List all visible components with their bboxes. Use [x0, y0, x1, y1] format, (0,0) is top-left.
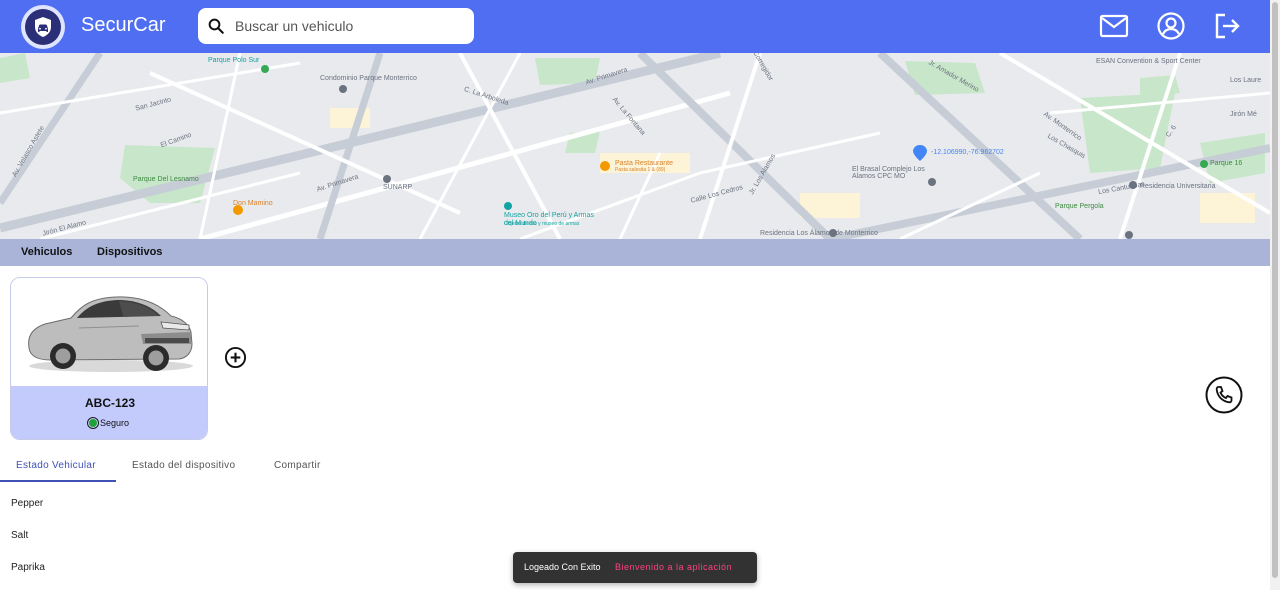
map-label: ESAN Convention & Sport Center — [1096, 58, 1201, 65]
mail-button[interactable] — [1099, 11, 1129, 41]
tab-estado-vehicular[interactable]: Estado Vehicular — [16, 460, 96, 471]
add-vehicle-button[interactable] — [224, 346, 247, 369]
snackbar-action[interactable]: Bienvenido a la aplicación — [615, 562, 732, 572]
map-poi-subtitle: Objetos de oro y museo de armas — [504, 221, 580, 227]
vehicle-status-label: Seguro — [100, 418, 130, 428]
vehicle-image — [11, 278, 207, 386]
app-root: SecurCar Buscar un vehiculo Parque Polo … — [0, 0, 1280, 590]
map-poi-parque-16[interactable]: Parque 16 — [1210, 160, 1242, 167]
map-label: Condominio Parque Monterrico — [320, 75, 417, 82]
snackbar: Logeado Con Exito Bienvenido a la aplica… — [513, 552, 757, 583]
map-label: Parque Polo Sur — [208, 57, 260, 64]
map-poi-residencia[interactable]: Residencia Los Álamos de Monterrico — [760, 230, 878, 237]
list-item[interactable]: Salt — [11, 530, 28, 541]
page-scrollbar[interactable] — [1270, 0, 1280, 590]
map-view[interactable]: Parque Polo Sur Condominio Parque Monter… — [0, 53, 1270, 239]
nav-item-dispositivos[interactable]: Dispositivos — [97, 246, 162, 258]
vehicle-status: Seguro — [87, 417, 129, 429]
map-poi-restaurant[interactable]: Pasta Restaurante — [615, 160, 673, 167]
nav-item-vehiculos[interactable]: Vehiculos — [21, 246, 72, 258]
list-item[interactable]: Paprika — [11, 562, 45, 573]
map-label: Parque Del Lesnamo — [133, 176, 199, 183]
map-label: Parque Pergola — [1055, 203, 1104, 210]
call-button[interactable] — [1205, 376, 1243, 414]
add-circle-icon — [224, 346, 247, 369]
app-header: SecurCar — [0, 0, 1270, 53]
map-label: Residencia Universitaria — [1140, 183, 1216, 190]
section-nav: Vehiculos Dispositivos — [0, 239, 1270, 266]
vehicle-plate: ABC-123 — [84, 396, 135, 410]
logout-button[interactable] — [1212, 11, 1242, 41]
search-input[interactable] — [235, 8, 465, 44]
phone-icon — [1205, 376, 1243, 414]
map-label: Los Laure — [1230, 77, 1262, 84]
map-pin-coordinates[interactable]: -12.106990,-76.962702 — [931, 149, 1004, 156]
account-button[interactable] — [1156, 11, 1186, 41]
account-circle-icon — [1157, 12, 1185, 40]
snackbar-message: Logeado Con Exito — [524, 562, 601, 572]
logo[interactable] — [21, 5, 65, 49]
scroll-thumb[interactable] — [1272, 2, 1278, 578]
list-item[interactable]: Pepper — [11, 498, 43, 509]
vehicle-card[interactable]: ABC-123 Seguro — [10, 277, 208, 440]
search-bar[interactable] — [198, 8, 474, 44]
map-poi-don-mamino[interactable]: Don Mamino — [233, 200, 273, 207]
search-icon — [208, 18, 224, 34]
tab-compartir[interactable]: Compartir — [274, 460, 321, 471]
map-poi-subtitle: Pasta salesita 1 & (89) — [615, 167, 666, 173]
car-icon — [28, 296, 193, 372]
brand-name: SecurCar — [81, 14, 166, 36]
map-poi-sunarp[interactable]: SUNARP — [383, 184, 412, 191]
map-label: Jirón Mé — [1230, 111, 1257, 118]
map-poi-el-brasal[interactable]: El Brasal Complejo Los Alamos CPC MO — [852, 166, 932, 180]
mail-icon — [1099, 14, 1129, 38]
vehicle-info: ABC-123 Seguro — [11, 386, 207, 439]
logout-icon — [1215, 13, 1240, 39]
active-tab-indicator — [0, 480, 116, 482]
shield-car-icon — [25, 9, 61, 45]
tab-estado-dispositivo[interactable]: Estado del dispositivo — [132, 460, 235, 471]
status-dot-icon — [87, 417, 99, 429]
map-streets — [0, 53, 1270, 239]
